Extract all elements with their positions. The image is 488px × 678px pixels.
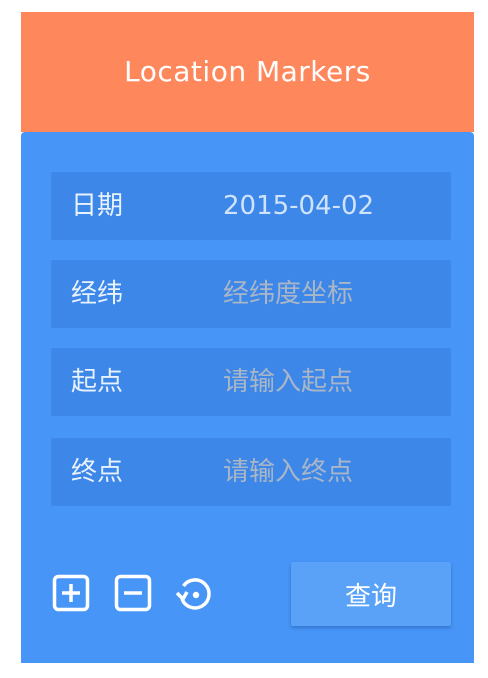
coords-input[interactable]	[223, 260, 443, 328]
start-label: 起点	[71, 367, 124, 397]
date-label: 日期	[71, 191, 124, 221]
panel-body: 日期 经纬 起点 终点	[21, 132, 474, 663]
end-input[interactable]	[223, 438, 443, 506]
end-field: 终点	[51, 438, 451, 506]
add-marker-button[interactable]	[51, 573, 91, 613]
remove-marker-button[interactable]	[113, 573, 153, 613]
reset-icon	[175, 578, 211, 610]
minus-square-icon	[114, 574, 152, 612]
panel-header: Location Markers	[21, 12, 474, 132]
coords-field: 经纬	[51, 260, 451, 328]
location-markers-panel: Location Markers 日期 经纬 起点 终点	[21, 12, 474, 663]
start-input[interactable]	[223, 348, 443, 416]
date-field: 日期	[51, 172, 451, 240]
panel-title: Location Markers	[124, 54, 371, 88]
reset-button[interactable]	[174, 573, 214, 613]
coords-label: 经纬	[71, 279, 124, 309]
end-label: 终点	[71, 457, 124, 487]
query-button[interactable]: 查询	[291, 562, 451, 626]
plus-square-icon	[52, 574, 90, 612]
start-field: 起点	[51, 348, 451, 416]
date-input[interactable]	[223, 172, 443, 240]
